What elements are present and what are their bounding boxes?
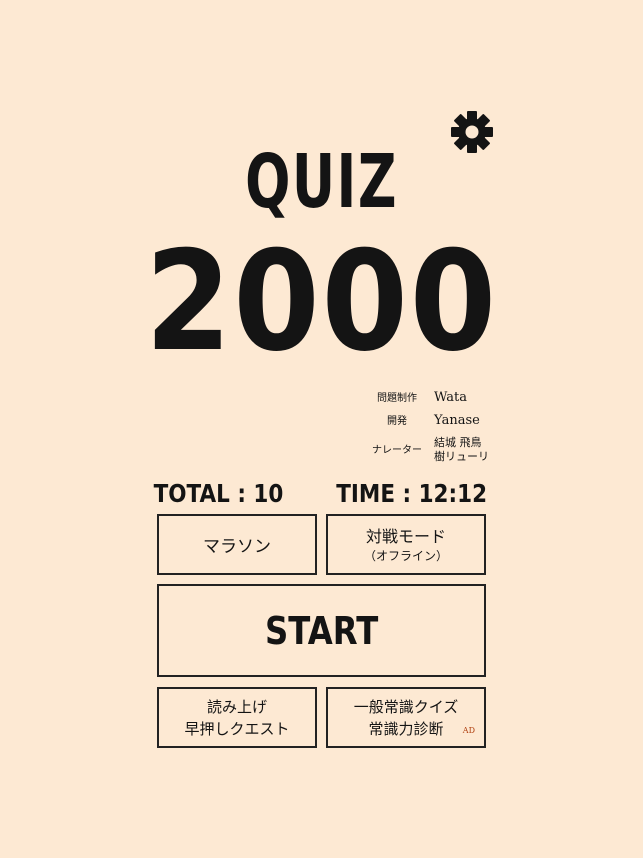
ad-app-button[interactable]: 一般常識クイズ 常識力診断 AD	[326, 687, 486, 748]
reading-quest-button[interactable]: 読み上げ 早押しクエスト	[157, 687, 317, 748]
credit-name: Wata	[434, 390, 467, 405]
credit-role: 開発	[387, 416, 407, 427]
start-label: START	[264, 608, 379, 653]
marathon-label: マラソン	[203, 537, 271, 557]
credit-role: ナレーター	[372, 445, 422, 456]
stats-bar: TOTAL : 10 TIME : 12:12	[0, 478, 643, 510]
ad-app-label-line2: 常識力診断	[368, 719, 444, 738]
reading-quest-label-line1: 読み上げ	[206, 697, 267, 716]
time-display: TIME : 12:12	[336, 479, 488, 508]
credit-role: 問題制作	[377, 393, 417, 404]
ad-app-label-line1: 一般常識クイズ	[353, 697, 459, 716]
credit-name: Yanase	[434, 413, 480, 428]
app-title-number: 2000	[145, 221, 498, 382]
ad-badge: AD	[462, 726, 475, 735]
credit-row: 開発 Yanase	[360, 413, 530, 430]
credit-row: 問題制作 Wata	[360, 390, 530, 407]
marathon-button[interactable]: マラソン	[157, 514, 317, 575]
credits: 問題制作 Wata 開発 Yanase ナレーター 結城 飛鳥 樹リューリ	[360, 390, 530, 470]
versus-mode-button[interactable]: 対戦モード （オフライン）	[326, 514, 486, 575]
versus-mode-sublabel: （オフライン）	[363, 548, 448, 563]
app-title-quiz: QUIZ	[245, 139, 398, 225]
versus-mode-label: 対戦モード	[365, 526, 446, 546]
credit-name: 結城 飛鳥 樹リューリ	[434, 436, 489, 463]
reading-quest-label-line2: 早押しクエスト	[184, 719, 290, 738]
start-button[interactable]: START	[157, 584, 486, 677]
credit-row: ナレーター 結城 飛鳥 樹リューリ	[360, 436, 530, 464]
total-count: TOTAL : 10	[153, 479, 284, 508]
